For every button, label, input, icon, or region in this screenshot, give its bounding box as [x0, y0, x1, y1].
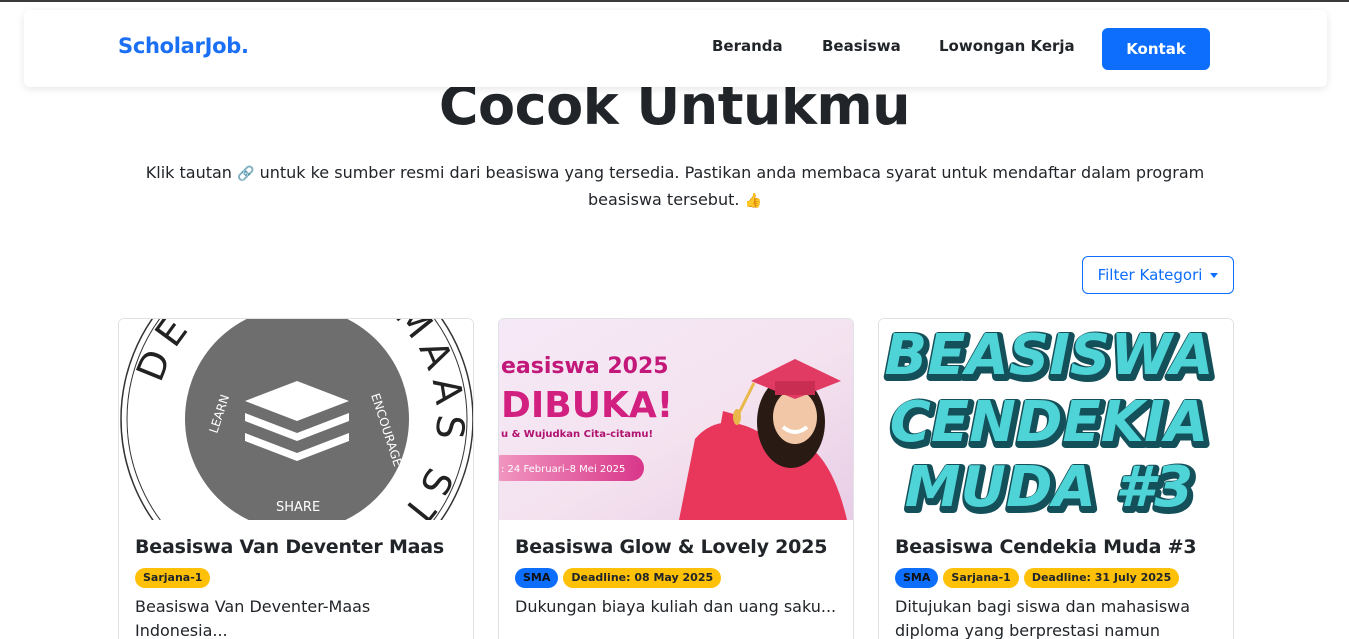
- banner-line-3: u & Wujudkan Cita-citamu!: [501, 429, 653, 440]
- banner-line-2: CENDEKIA: [890, 390, 1209, 455]
- link-icon: 🔗: [237, 166, 255, 182]
- card-image-cendekia-muda: BEASISWA BEASISWA CENDEKIA CENDEKIA MUDA…: [879, 319, 1233, 520]
- card-description: Ditujukan bagi siswa dan mahasiswa diplo…: [895, 597, 1191, 639]
- navbar: ScholarJob. Beranda Beasiswa Lowongan Ke…: [24, 10, 1327, 87]
- banner-line-3: MUDA #3: [905, 455, 1193, 520]
- scholarship-card[interactable]: DEVENTER MAAS STICHTING LEARN ENCOURAGE …: [118, 318, 474, 639]
- description-lead: Klik tautan: [145, 163, 232, 182]
- badge-level: Sarjana-1: [135, 568, 211, 588]
- description-body: untuk ke sumber resmi dari beasiswa yang…: [259, 163, 1205, 209]
- card-title[interactable]: Beasiswa Cendekia Muda #3: [895, 536, 1197, 558]
- card-image-van-deventer: DEVENTER MAAS STICHTING LEARN ENCOURAGE …: [119, 319, 473, 520]
- seal-word-share: SHARE: [276, 500, 320, 515]
- cendekia-muda-banner-image: BEASISWA BEASISWA CENDEKIA CENDEKIA MUDA…: [879, 319, 1233, 520]
- banner-line-1: easiswa 2025: [501, 354, 669, 379]
- brand-logo[interactable]: ScholarJob.: [118, 34, 249, 58]
- thumbs-up-icon: 👍: [744, 193, 762, 209]
- badge-deadline: Deadline: 08 May 2025: [563, 568, 722, 588]
- glow-lovely-banner-image: easiswa 2025 DIBUKA! u & Wujudkan Cita-c…: [499, 319, 853, 520]
- nav-link-beasiswa[interactable]: Beasiswa: [822, 37, 901, 55]
- filter-category-label: Filter Kategori: [1097, 266, 1203, 284]
- card-badges: Sarjana-1: [135, 568, 211, 588]
- card-badges: SMA Sarjana-1 Deadline: 31 July 2025: [895, 568, 1180, 588]
- card-description: Beasiswa Van Deventer-Maas Indonesia...: [135, 597, 371, 639]
- badge-deadline: Deadline: 31 July 2025: [1023, 568, 1180, 588]
- card-title[interactable]: Beasiswa Van Deventer Maas: [135, 536, 444, 558]
- banner-date-pill: : 24 Februari–8 Mei 2025: [501, 464, 625, 475]
- stichting-seal-image: DEVENTER MAAS STICHTING LEARN ENCOURAGE …: [119, 319, 473, 520]
- scholarship-card[interactable]: BEASISWA BEASISWA CENDEKIA CENDEKIA MUDA…: [878, 318, 1234, 639]
- card-image-glow-lovely: easiswa 2025 DIBUKA! u & Wujudkan Cita-c…: [499, 319, 853, 520]
- top-border: [0, 0, 1349, 2]
- badge-level: Sarjana-1: [943, 568, 1019, 588]
- banner-line-1: BEASISWA: [885, 323, 1214, 388]
- card-title[interactable]: Beasiswa Glow & Lovely 2025: [515, 536, 827, 558]
- card-description: Dukungan biaya kuliah dan uang saku...: [515, 597, 837, 616]
- page-description: Klik tautan 🔗 untuk ke sumber resmi dari…: [120, 160, 1230, 214]
- contact-button[interactable]: Kontak: [1102, 28, 1210, 70]
- badge-level: SMA: [895, 568, 939, 588]
- nav-link-lowongan-kerja[interactable]: Lowongan Kerja: [939, 37, 1075, 55]
- filter-category-dropdown[interactable]: Filter Kategori: [1082, 256, 1234, 294]
- badge-level: SMA: [515, 568, 559, 588]
- card-badges: SMA Deadline: 08 May 2025: [515, 568, 722, 588]
- chevron-down-icon: [1210, 272, 1219, 278]
- banner-line-2: DIBUKA!: [501, 385, 673, 426]
- nav-link-beranda[interactable]: Beranda: [712, 37, 783, 55]
- scholarship-card[interactable]: easiswa 2025 DIBUKA! u & Wujudkan Cita-c…: [498, 318, 854, 639]
